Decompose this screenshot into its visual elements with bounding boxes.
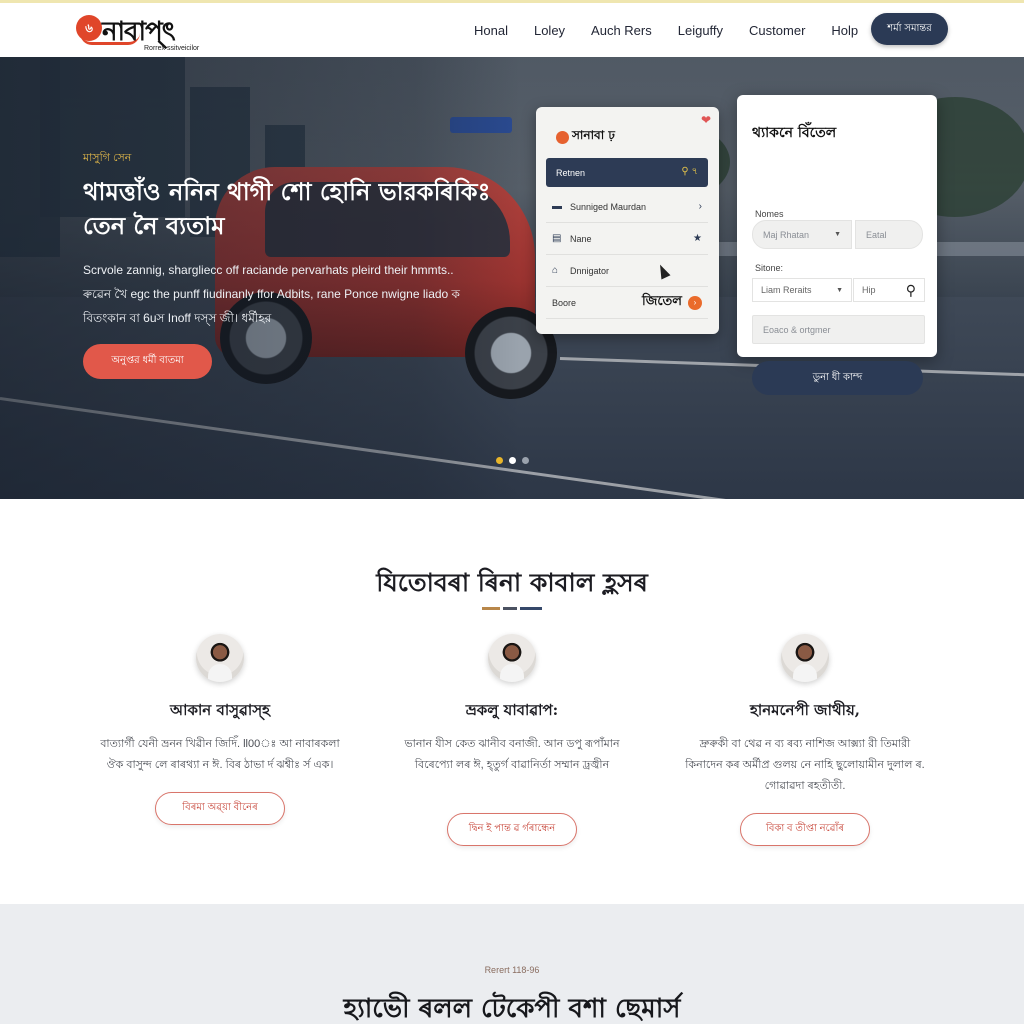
hero-title: থামত্তাঁও ননিন থাগী শো হোনি ভারকৰিকিঃ তে… bbox=[83, 177, 491, 240]
name-label: Nomes bbox=[755, 209, 784, 219]
team-member-card: ভ্ৰকলু যাবাৱাপ: ভানান যীস কেত ঝানীব বনাজ… bbox=[377, 634, 647, 846]
avatar bbox=[781, 634, 829, 682]
nav-item-holp[interactable]: Holp bbox=[831, 23, 858, 38]
heart-icon[interactable]: ❤ bbox=[701, 113, 711, 127]
menu-item-dnnigator[interactable]: ⌂ Dnnigator bbox=[546, 255, 708, 287]
menu-item-label: Sunniged Maurdan bbox=[570, 201, 647, 212]
email-placeholder: Eatal bbox=[866, 229, 887, 240]
hero-eyebrow: মাসুগি সেন bbox=[83, 152, 132, 164]
message-input[interactable]: Eoaco & ortgmer bbox=[752, 315, 925, 344]
member-button[interactable]: বিৰমা অৱ্য়া বীনেৰ bbox=[155, 792, 285, 825]
hero-description: Scrvole zannig, shargliecc off raciande … bbox=[83, 263, 460, 325]
menu-item-label: Dnnigator bbox=[570, 265, 610, 276]
location-select-value: Liam Reraits bbox=[761, 285, 812, 295]
second-label: Sitone: bbox=[755, 263, 784, 273]
menu-item-label: Nane bbox=[570, 233, 592, 244]
team-member-card: আকান বাসুৱাস্হ বাত্যার্গী যেনী ভ্ৰনন খিৱ… bbox=[85, 634, 355, 825]
member-name: আকান বাসুৱাস্হ bbox=[169, 701, 271, 719]
nav-item-auch-rers[interactable]: Auch Rers bbox=[591, 23, 652, 38]
star-icon[interactable]: ★ bbox=[693, 233, 702, 244]
member-name: হানমনেপী জাথীয়, bbox=[749, 701, 861, 719]
divider-segment bbox=[503, 607, 517, 610]
bottom-section: Rerert 118-96 হ্যাভেী ৰলল টেকেপী বশা ছেম… bbox=[0, 904, 1024, 1024]
name-select[interactable]: Maj Rhatan ▼ bbox=[752, 220, 852, 249]
carousel-dots bbox=[496, 457, 529, 464]
main-nav: Honal Loley Auch Rers Leiguffy Customer … bbox=[474, 3, 884, 57]
divider-segment bbox=[520, 607, 542, 610]
menu-item-nane[interactable]: ▤ Nane ★ bbox=[546, 223, 708, 255]
caret-down-icon: ▼ bbox=[836, 286, 843, 294]
team-title: যিতোবৰা ৰিনা কাবাল হ্লসৰ bbox=[376, 568, 648, 597]
menu-logo-text: সানাবা ঢ় bbox=[572, 128, 615, 142]
hero-cta-button[interactable]: অনুপ্তর ধর্মী বাতমা bbox=[83, 344, 212, 379]
menu-item-sunniged[interactable]: ▬ Sunniged Maurdan › bbox=[546, 191, 708, 223]
divider-segment bbox=[482, 607, 500, 610]
nav-item-leiguffy[interactable]: Leiguffy bbox=[678, 23, 723, 38]
member-button[interactable]: দ্বিন ই পান্ত ৱ ৰ্গৰান্ধেন bbox=[447, 813, 577, 846]
menu-item-label: Boore bbox=[552, 297, 577, 308]
menu-item-boore[interactable]: Boore জিতেল › bbox=[546, 287, 708, 319]
submit-button[interactable]: ডুনা ধী কাম্দ bbox=[752, 361, 923, 395]
avatar bbox=[196, 634, 244, 682]
title-divider bbox=[482, 607, 542, 610]
booking-form-card: থ্যাকনে বিঁতেল Nomes Maj Rhatan ▼ Eatal … bbox=[737, 95, 937, 395]
member-bio: বাত্যার্গী যেনী ভ্ৰনন খিৱীন জিদিঁ. ll00ঃ… bbox=[100, 738, 340, 771]
search-placeholder: Hip bbox=[862, 285, 876, 295]
calendar-icon: ▤ bbox=[552, 233, 562, 244]
member-bio: দ্ৰুৰুকী বা থেৱ ন ব্য ৰব্য নাশিজ আক্স্যা… bbox=[685, 738, 925, 792]
avatar bbox=[488, 634, 536, 682]
bottom-eyebrow: Rerert 118-96 bbox=[484, 965, 540, 975]
arrow-badge-icon: › bbox=[688, 295, 702, 310]
menu-logo: সানাবা ঢ় bbox=[556, 127, 615, 147]
home-icon: ⌂ bbox=[552, 265, 559, 276]
location-select[interactable]: Liam Reraits ▼ bbox=[752, 278, 852, 302]
member-bio: ভানান যীস কেত ঝানীব বনাজী. আন ডপু ৰূপাঁম… bbox=[404, 738, 620, 771]
menu-card: ❤ সানাবা ঢ় Retnen ⚲ ৭ ▬ Sunniged Maurda… bbox=[536, 107, 719, 334]
search-input[interactable]: Hip ⚲ bbox=[853, 278, 925, 302]
member-name: ভ্ৰকলু যাবাৱাপ: bbox=[465, 701, 559, 719]
chevron-right-icon: › bbox=[698, 201, 702, 212]
caret-down-icon: ▼ bbox=[834, 231, 841, 238]
form-title: থ্যাকনে বিঁতেল bbox=[752, 125, 837, 141]
menu-logo-mark-icon bbox=[556, 130, 569, 144]
card-icon: ▬ bbox=[552, 201, 562, 212]
logo-mark-icon: ৬ bbox=[76, 15, 102, 41]
nav-item-customer[interactable]: Customer bbox=[749, 23, 805, 38]
logo-subtitle: Rorrex ssitveicilor bbox=[144, 45, 200, 52]
carousel-dot-2[interactable] bbox=[509, 457, 516, 464]
logo[interactable]: ৬ নাবাপ্ৎ Rorrex ssitveicilor bbox=[74, 11, 214, 53]
name-select-value: Maj Rhatan bbox=[763, 229, 810, 240]
carousel-dot-3[interactable] bbox=[522, 457, 529, 464]
email-input[interactable]: Eatal bbox=[855, 220, 923, 249]
nav-item-loley[interactable]: Loley bbox=[534, 23, 565, 38]
search-icon: ⚲ ৭ bbox=[681, 166, 698, 177]
team-section: যিতোবৰা ৰিনা কাবাল হ্লসৰ আকান বাসুৱাস্হ … bbox=[0, 499, 1024, 904]
member-button[interactable]: বিকা ব তীপ্তা নৱোঁৰ bbox=[740, 813, 870, 846]
message-placeholder: Eoaco & ortgmer bbox=[763, 324, 831, 335]
site-header: ৬ নাবাপ্ৎ Rorrex ssitveicilor Honal Lole… bbox=[0, 3, 1024, 57]
menu-active-label: Retnen bbox=[556, 167, 586, 178]
search-icon[interactable]: ⚲ bbox=[906, 282, 916, 299]
header-cta-button[interactable]: শর্মা সমান্তর bbox=[871, 13, 948, 45]
menu-item-active[interactable]: Retnen ⚲ ৭ bbox=[546, 158, 708, 187]
nav-item-honal[interactable]: Honal bbox=[474, 23, 508, 38]
bottom-title: হ্যাভেী ৰলল টেকেপী বশা ছেমাৰ্স bbox=[343, 994, 681, 1024]
team-member-card: হানমনেপী জাথীয়, দ্ৰুৰুকী বা থেৱ ন ব্য ৰ… bbox=[670, 634, 940, 846]
menu-item-trailing-text: জিতেল bbox=[641, 294, 682, 309]
carousel-dot-1[interactable] bbox=[496, 457, 503, 464]
